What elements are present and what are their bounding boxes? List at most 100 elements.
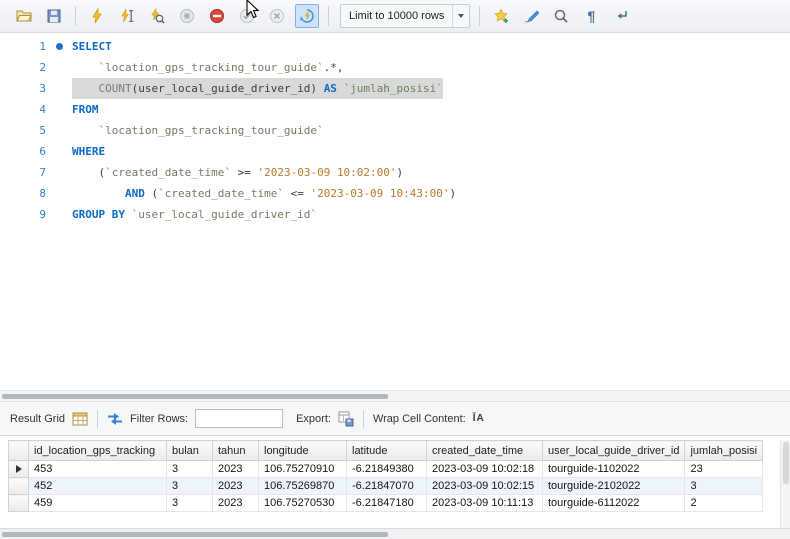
grid-header-row: id_location_gps_tracking bulan tahun longit… (8, 440, 764, 461)
current-row-arrow-icon (15, 465, 22, 474)
grid-cell[interactable]: 3 (166, 460, 213, 478)
statement-marker (46, 43, 72, 50)
toolbar-separator (97, 409, 99, 428)
table-row[interactable]: 453 3 2023 106.75270910 -6.21849380 2023-03-0… (8, 460, 764, 478)
invisibles-toggle[interactable]: ¶ (579, 4, 603, 28)
commit-button (235, 4, 259, 28)
grid-cell[interactable]: 459 (28, 494, 167, 512)
column-header[interactable]: latitude (346, 440, 427, 461)
editor-horizontal-scrollbar[interactable] (0, 390, 790, 402)
editor-line[interactable]: 9 GROUP BY `user_local_guide_driver_id` (0, 204, 790, 225)
new-snippet-button[interactable] (489, 4, 513, 28)
refresh-icon[interactable] (107, 411, 123, 427)
execute-current-button[interactable] (115, 4, 139, 28)
row-selector[interactable] (8, 494, 29, 512)
line-number: 5 (39, 124, 46, 137)
export-label: Export: (296, 412, 331, 425)
rollback-x-icon (270, 9, 284, 23)
limit-rows-label: Limit to 10000 rows (349, 10, 445, 22)
explain-button[interactable] (145, 4, 169, 28)
grid-cell[interactable]: 2023-03-09 10:02:15 (426, 477, 543, 495)
save-button[interactable] (42, 4, 66, 28)
mysql-workbench-window: Limit to 10000 rows ¶ 1 SELECT 2 `location… (0, 0, 790, 539)
editor-line[interactable]: 3 COUNT(user_local_guide_driver_id) AS `… (0, 78, 790, 99)
grid-cell[interactable]: 106.75270530 (258, 494, 347, 512)
grid-cell[interactable]: 3 (166, 494, 213, 512)
grid-cell[interactable]: -6.21847070 (346, 477, 427, 495)
export-icon[interactable] (338, 411, 354, 427)
stop-on-error-toggle[interactable] (205, 4, 229, 28)
column-header[interactable]: longitude (258, 440, 347, 461)
sql-line-text: AND (`created_date_time` <= '2023-03-09 … (124, 187, 457, 200)
grid-cell[interactable]: 453 (28, 460, 167, 478)
line-number: 8 (39, 187, 46, 200)
grid-cell[interactable]: tourguide-6112022 (541, 494, 686, 512)
line-number: 4 (39, 103, 46, 116)
find-button[interactable] (549, 4, 573, 28)
toolbar-separator (362, 409, 364, 428)
row-selector[interactable] (8, 460, 29, 478)
wrap-cell-content-icon[interactable]: ĪA (473, 413, 485, 425)
sql-editor-toolbar: Limit to 10000 rows ¶ (0, 0, 790, 33)
grid-cell[interactable]: 23 (684, 460, 764, 478)
grid-cell[interactable]: 2023 (212, 494, 259, 512)
line-number: 9 (39, 208, 46, 221)
line-number: 1 (39, 40, 46, 53)
sql-editor-lines: 1 SELECT 2 `location_gps_tracking_tour_gui… (0, 36, 790, 225)
scrollbar-thumb[interactable] (2, 394, 388, 399)
column-header[interactable]: created_date_time (426, 440, 543, 461)
grid-cell[interactable]: 2023 (212, 460, 259, 478)
sql-editor[interactable]: 1 SELECT 2 `location_gps_tracking_tour_gui… (0, 34, 790, 390)
filter-rows-label: Filter Rows: (130, 412, 189, 425)
editor-line[interactable]: 4 FROM (0, 99, 790, 120)
column-header[interactable]: id_location_gps_tracking (28, 440, 167, 461)
beautify-button[interactable] (519, 4, 543, 28)
grid-cell[interactable]: 2 (684, 494, 764, 512)
row-selector[interactable] (8, 477, 29, 495)
grid-cell[interactable]: tourguide-1102022 (541, 460, 686, 478)
grid-cell[interactable]: 106.75270910 (258, 460, 347, 478)
search-icon (555, 9, 569, 23)
result-grid-toolbar: Result Grid Filter Rows: Export: Wrap Ce… (0, 402, 790, 436)
filter-rows-input[interactable] (195, 409, 284, 428)
scrollbar-thumb[interactable] (783, 442, 789, 484)
editor-line[interactable]: 2 `location_gps_tracking_tour_guide`.*, (0, 57, 790, 78)
grid-cell[interactable]: 3 (684, 477, 764, 495)
pilcrow-icon: ¶ (587, 8, 596, 24)
grid-cell[interactable]: 3 (166, 477, 213, 495)
column-header[interactable]: user_local_guide_driver_id (541, 440, 686, 461)
table-row[interactable]: 452 3 2023 106.75269870 -6.21847070 2023-03-0… (8, 477, 764, 495)
toolbar-separator (328, 6, 329, 26)
autocommit-toggle[interactable] (295, 4, 319, 28)
sql-line-text: `location_gps_tracking_tour_guide`.*, (98, 61, 344, 74)
column-header[interactable]: bulan (166, 440, 213, 461)
grid-cell[interactable]: 2023-03-09 10:11:13 (426, 494, 543, 512)
editor-line[interactable]: 1 SELECT (0, 36, 790, 57)
execute-button[interactable] (85, 4, 109, 28)
grid-cell[interactable]: 106.75269870 (258, 477, 347, 495)
scrollbar-thumb[interactable] (2, 532, 388, 537)
editor-line[interactable]: 7 (`created_date_time` >= '2023-03-09 10… (0, 162, 790, 183)
column-header[interactable]: jumlah_posisi (684, 440, 764, 461)
editor-line[interactable]: 8 AND (`created_date_time` <= '2023-03-0… (0, 183, 790, 204)
sql-line-text: COUNT(user_local_guide_driver_id) AS `ju… (72, 78, 443, 99)
grid-cell[interactable]: tourguide-2102022 (541, 477, 686, 495)
column-header[interactable]: tahun (212, 440, 259, 461)
line-number: 2 (39, 61, 46, 74)
grid-cell[interactable]: 2023-03-09 10:02:18 (426, 460, 543, 478)
grid-cell[interactable]: -6.21847180 (346, 494, 427, 512)
table-row[interactable]: 459 3 2023 106.75270530 -6.21847180 2023-03-0… (8, 494, 764, 512)
grid-cell[interactable]: 2023 (212, 477, 259, 495)
grid-vertical-scrollbar[interactable] (780, 440, 790, 528)
grid-cell[interactable]: -6.21849380 (346, 460, 427, 478)
beautify-brush-icon (525, 10, 540, 23)
grid-horizontal-scrollbar[interactable] (0, 528, 790, 539)
stop-icon (180, 9, 194, 23)
wrap-cell-content-label: Wrap Cell Content: (372, 412, 466, 425)
open-sql-file-button[interactable] (12, 4, 36, 28)
wrap-text-toggle[interactable] (609, 4, 633, 28)
limit-rows-dropdown[interactable]: Limit to 10000 rows (340, 4, 471, 28)
grid-cell[interactable]: 452 (28, 477, 167, 495)
editor-line[interactable]: 6 WHERE (0, 141, 790, 162)
editor-line[interactable]: 5 `location_gps_tracking_tour_guide` (0, 120, 790, 141)
